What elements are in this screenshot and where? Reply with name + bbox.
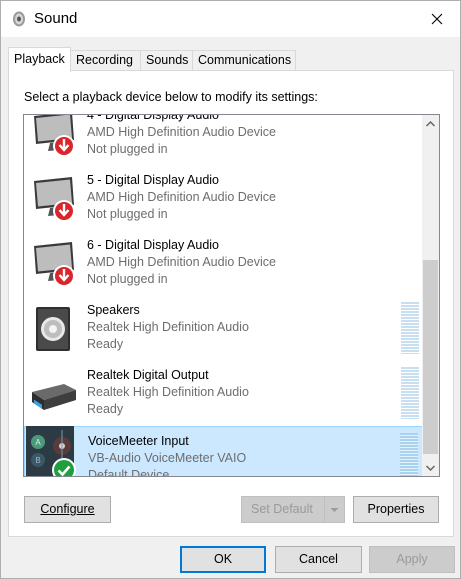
device-list-items: 4 - Digital Display Audio AMD High Defin…: [24, 114, 423, 477]
svg-text:B: B: [35, 456, 40, 465]
device-name: 5 - Digital Display Audio: [87, 173, 220, 187]
close-icon: [431, 13, 443, 25]
chevron-down-icon: [426, 465, 435, 471]
device-item-voicemeeter[interactable]: A B VoiceMeeter Input VB-Audio VoiceMeet…: [24, 426, 423, 477]
device-driver: AMD High Definition Audio Device: [87, 255, 276, 269]
device-driver: Realtek High Definition Audio: [87, 320, 249, 334]
device-item[interactable]: 4 - Digital Display Audio AMD High Defin…: [24, 114, 423, 166]
device-list-scrollbar[interactable]: [422, 115, 439, 476]
device-name: 6 - Digital Display Audio: [87, 238, 220, 252]
apply-button-label: Apply: [396, 552, 428, 566]
configure-button-label: Configure: [40, 502, 95, 516]
properties-button-label: Properties: [367, 502, 425, 516]
close-button[interactable]: [414, 1, 460, 37]
device-list[interactable]: 4 - Digital Display Audio AMD High Defin…: [23, 114, 440, 477]
device-name: 4 - Digital Display Audio: [87, 114, 220, 122]
chevron-down-icon: [330, 507, 339, 512]
unplugged-badge-icon: [53, 135, 75, 157]
device-status: Default Device: [88, 468, 170, 477]
set-default-button-label: Set Default: [251, 502, 313, 516]
playback-panel: Select a playback device below to modify…: [8, 70, 454, 537]
tab-playback[interactable]: Playback: [8, 47, 71, 72]
device-name: Speakers: [87, 303, 140, 317]
device-item-speakers[interactable]: Speakers Realtek High Definition Audio R…: [24, 296, 423, 361]
tab-communications[interactable]: Communications: [192, 50, 296, 71]
device-status: Not plugged in: [87, 272, 168, 286]
device-name: VoiceMeeter Input: [88, 434, 189, 448]
device-driver: AMD High Definition Audio Device: [87, 125, 276, 139]
scroll-thumb[interactable]: [423, 260, 438, 454]
device-driver: VB-Audio VoiceMeeter VAIO: [88, 451, 247, 465]
volume-meter: [401, 302, 419, 354]
device-item-digital-output[interactable]: Realtek Digital Output Realtek High Defi…: [24, 361, 423, 426]
ok-button-label: OK: [213, 552, 233, 566]
configure-button[interactable]: Configure: [24, 496, 111, 523]
chevron-up-icon: [426, 120, 435, 126]
sound-dialog: Sound Playback Recording Sounds Communic…: [0, 0, 461, 579]
cancel-button-label: Cancel: [299, 552, 338, 566]
device-status: Ready: [87, 337, 124, 351]
tab-recording[interactable]: Recording: [70, 50, 141, 71]
unplugged-badge-icon: [53, 200, 75, 222]
set-default-dropdown[interactable]: [324, 497, 344, 522]
device-name: Realtek Digital Output: [87, 368, 209, 382]
device-item[interactable]: 6 - Digital Display Audio AMD High Defin…: [24, 231, 423, 296]
title-bar: Sound: [1, 1, 460, 37]
device-driver: AMD High Definition Audio Device: [87, 190, 276, 204]
device-status: Not plugged in: [87, 142, 168, 156]
unplugged-badge-icon: [53, 265, 75, 287]
window-title: Sound: [34, 10, 78, 27]
instruction-text: Select a playback device below to modify…: [24, 90, 318, 104]
device-item[interactable]: 5 - Digital Display Audio AMD High Defin…: [24, 166, 423, 231]
set-default-button[interactable]: Set Default: [241, 496, 345, 523]
device-status: Not plugged in: [87, 207, 168, 221]
volume-meter: [400, 433, 418, 476]
digital-output-icon: [32, 384, 76, 410]
tab-sounds[interactable]: Sounds: [140, 50, 193, 71]
ok-button[interactable]: OK: [180, 546, 266, 573]
svg-text:A: A: [35, 438, 41, 447]
device-driver: Realtek High Definition Audio: [87, 385, 249, 399]
scroll-up-button[interactable]: [422, 115, 439, 132]
speaker-app-icon: [13, 11, 25, 27]
cancel-button[interactable]: Cancel: [275, 546, 362, 573]
properties-button[interactable]: Properties: [353, 496, 439, 523]
device-status: Ready: [87, 402, 124, 416]
apply-button[interactable]: Apply: [369, 546, 455, 573]
default-check-icon: [52, 458, 76, 476]
speaker-icon: [36, 307, 70, 351]
scroll-down-button[interactable]: [422, 459, 439, 476]
volume-meter: [401, 367, 419, 419]
